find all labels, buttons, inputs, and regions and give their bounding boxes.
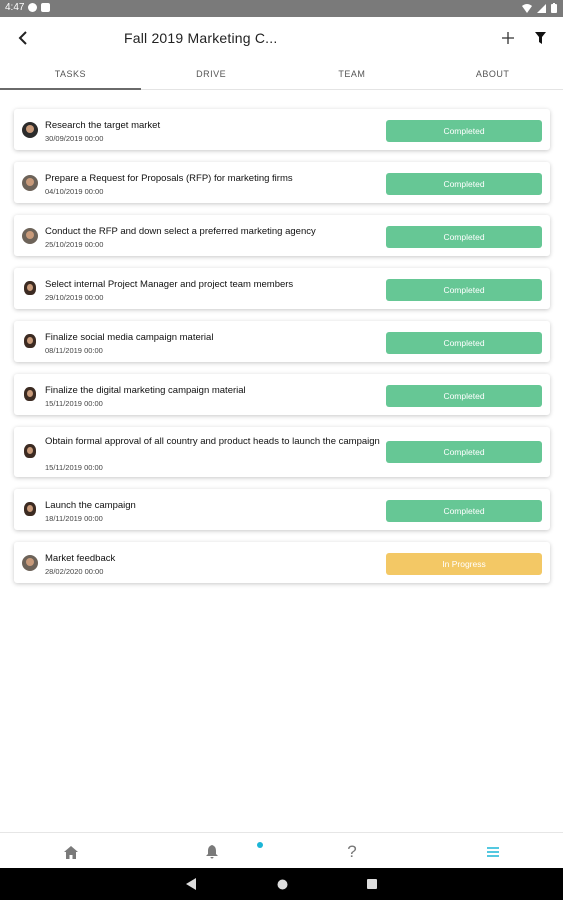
avatar	[22, 555, 38, 571]
storage-icon	[41, 3, 51, 12]
status-badge[interactable]: In Progress	[386, 553, 542, 575]
task-date: 28/02/2020 00:00	[45, 567, 104, 576]
status-badge[interactable]: Completed	[386, 385, 542, 407]
system-recents-button[interactable]	[364, 876, 380, 892]
notification-dot	[257, 842, 263, 848]
arrow-left-icon	[18, 31, 27, 45]
nav-help-button[interactable]: ?	[340, 842, 364, 862]
system-back-button[interactable]	[183, 876, 199, 892]
task-list: Research the target market 30/09/2019 00…	[14, 109, 550, 595]
battery-icon	[551, 3, 557, 13]
task-card[interactable]: Conduct the RFP and down select a prefer…	[14, 215, 550, 256]
nav-home-button[interactable]	[59, 842, 83, 862]
wifi-icon	[522, 3, 532, 13]
avatar	[22, 122, 38, 138]
circle-home-icon	[277, 879, 287, 889]
system-nav-bar	[0, 868, 563, 900]
avatar	[22, 228, 38, 244]
status-bar: 4:47	[0, 0, 563, 17]
home-icon	[64, 845, 78, 859]
plus-icon	[502, 32, 514, 44]
task-card[interactable]: Finalize the digital marketing campaign …	[14, 374, 550, 415]
task-date: 29/10/2019 00:00	[45, 293, 104, 302]
task-title: Finalize social media campaign material	[45, 332, 214, 343]
status-badge[interactable]: Completed	[386, 279, 542, 301]
back-button[interactable]	[12, 27, 34, 49]
tab-bar: TASKS DRIVE TEAM ABOUT	[0, 61, 563, 90]
menu-icon	[487, 847, 499, 857]
task-title: Launch the campaign	[45, 500, 136, 511]
status-badge[interactable]: Completed	[386, 120, 542, 142]
signal-icon	[537, 3, 546, 13]
notification-app-icon	[28, 3, 38, 12]
tab-team[interactable]: TEAM	[282, 61, 423, 89]
task-card[interactable]: Market feedback 28/02/2020 00:00 In Prog…	[14, 542, 550, 583]
status-badge[interactable]: Completed	[386, 332, 542, 354]
task-date: 08/11/2019 00:00	[45, 346, 103, 355]
tab-about[interactable]: ABOUT	[422, 61, 563, 89]
task-card[interactable]: Prepare a Request for Proposals (RFP) fo…	[14, 162, 550, 203]
task-card[interactable]: Research the target market 30/09/2019 00…	[14, 109, 550, 150]
status-badge[interactable]: Completed	[386, 173, 542, 195]
task-date: 25/10/2019 00:00	[45, 240, 104, 249]
status-badge[interactable]: Completed	[386, 441, 542, 463]
triangle-back-icon	[186, 878, 196, 890]
task-date: 15/11/2019 00:00	[45, 399, 103, 408]
task-title: Prepare a Request for Proposals (RFP) fo…	[45, 173, 293, 184]
nav-notifications-button[interactable]	[200, 842, 224, 862]
task-title: Market feedback	[45, 553, 116, 564]
tab-drive[interactable]: DRIVE	[141, 61, 282, 89]
square-recents-icon	[367, 879, 377, 889]
task-title: Conduct the RFP and down select a prefer…	[45, 226, 316, 237]
avatar	[24, 334, 36, 348]
filter-icon	[534, 32, 546, 44]
help-icon: ?	[347, 842, 357, 861]
task-card[interactable]: Finalize social media campaign material …	[14, 321, 550, 362]
task-date: 04/10/2019 00:00	[45, 187, 104, 196]
task-title: Obtain formal approval of all country an…	[45, 436, 380, 447]
task-title: Select internal Project Manager and proj…	[45, 279, 294, 290]
task-date: 18/11/2019 00:00	[45, 514, 103, 523]
task-card[interactable]: Select internal Project Manager and proj…	[14, 268, 550, 309]
task-card[interactable]: Obtain formal approval of all country an…	[14, 427, 550, 477]
status-badge[interactable]: Completed	[386, 500, 542, 522]
task-card[interactable]: Launch the campaign 18/11/2019 00:00 Com…	[14, 489, 550, 530]
task-date: 15/11/2019 00:00	[45, 463, 103, 472]
page-title: Fall 2019 Marketing C...	[124, 30, 278, 46]
avatar	[22, 175, 38, 191]
filter-button[interactable]	[529, 27, 551, 49]
system-home-button[interactable]	[274, 876, 290, 892]
avatar	[24, 387, 36, 401]
add-task-button[interactable]	[497, 27, 519, 49]
avatar	[24, 281, 36, 295]
status-badge[interactable]: Completed	[386, 226, 542, 248]
avatar	[24, 444, 36, 458]
bell-icon	[206, 845, 218, 859]
avatar	[24, 502, 36, 516]
task-title: Finalize the digital marketing campaign …	[45, 385, 246, 396]
bottom-nav: ?	[0, 832, 563, 868]
task-date: 30/09/2019 00:00	[45, 134, 104, 143]
app-bar: Fall 2019 Marketing C...	[0, 17, 563, 61]
nav-menu-button[interactable]	[481, 842, 505, 862]
tab-tasks[interactable]: TASKS	[0, 61, 141, 90]
status-time: 4:47	[5, 2, 25, 13]
task-title: Research the target market	[45, 120, 161, 131]
